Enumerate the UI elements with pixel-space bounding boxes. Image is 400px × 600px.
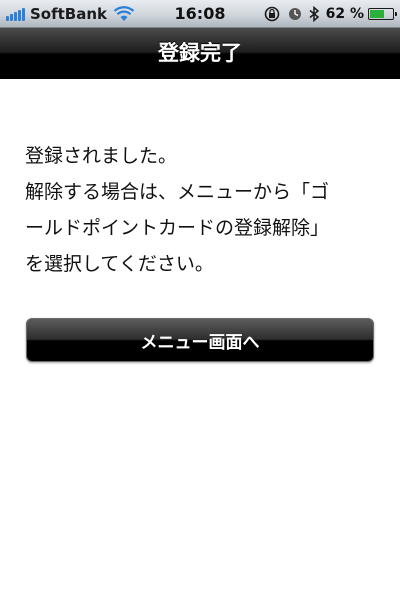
menu-screen-button[interactable]: メニュー画面へ bbox=[26, 318, 374, 362]
battery-fill bbox=[370, 10, 384, 18]
page-title: 登録完了 bbox=[158, 41, 242, 65]
message-line: 解除する場合は、メニューから「ゴ bbox=[25, 181, 330, 203]
registration-message: 登録されました。 解除する場合は、メニューから「ゴ ールドポイントカードの登録解… bbox=[25, 138, 385, 282]
alarm-icon bbox=[288, 8, 301, 20]
menu-screen-button-label: メニュー画面へ bbox=[140, 332, 260, 353]
bluetooth-icon bbox=[309, 6, 319, 22]
message-line: ールドポイントカードの登録解除」 bbox=[25, 217, 330, 239]
status-right: 62 % bbox=[262, 0, 397, 28]
battery-percent: 62 % bbox=[325, 6, 364, 22]
navigation-bar: 登録完了 bbox=[0, 28, 400, 79]
message-line: 登録されました。 bbox=[25, 145, 178, 167]
rotation-lock-icon bbox=[264, 6, 279, 22]
battery-icon bbox=[368, 8, 397, 20]
status-bar: SoftBank 16:08 62 % bbox=[0, 0, 400, 28]
message-line: を選択してください。 bbox=[25, 253, 214, 275]
